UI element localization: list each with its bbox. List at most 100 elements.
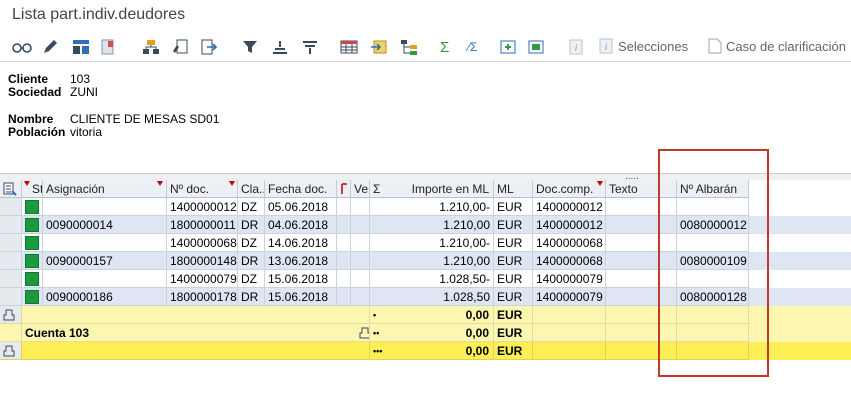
col-header-asignacion[interactable]: Asignación	[43, 180, 167, 198]
caso-clarificacion-button[interactable]: Caso de clarificación	[708, 38, 846, 54]
row-selector[interactable]	[0, 288, 22, 306]
fecha-cell: 13.06.2018	[265, 252, 337, 270]
subtotal-icon[interactable]: ⁄Σ	[468, 37, 477, 57]
ndoc-cell: 1400000012	[167, 198, 238, 216]
status-green-icon	[25, 290, 39, 304]
fecha-cell: 14.06.2018	[265, 234, 337, 252]
asignacion-cell: 0090000014	[43, 216, 167, 234]
clase-cell: DR	[238, 252, 265, 270]
row-selector[interactable]	[0, 306, 22, 324]
table-icon[interactable]	[340, 37, 358, 57]
doccomp-cell: 1400000068	[533, 234, 606, 252]
importe-cell: 1.210,00	[370, 216, 494, 234]
layout-icon[interactable]	[72, 37, 90, 57]
empty-cell	[533, 306, 606, 324]
clase-cell: DZ	[238, 234, 265, 252]
col-header-ndoc[interactable]: Nº doc.	[167, 180, 238, 198]
subtotal-importe: • 0,00	[370, 306, 494, 324]
status-cell	[22, 234, 43, 252]
document-red-icon[interactable]	[100, 37, 116, 57]
cliente-value: 103	[70, 72, 91, 86]
export-icon[interactable]	[370, 37, 388, 57]
ve-cell	[351, 234, 370, 252]
status-green-icon	[25, 218, 39, 232]
clase-cell: DR	[238, 216, 265, 234]
remove-column-icon[interactable]	[528, 37, 544, 57]
subtotal-icon-cell	[337, 324, 370, 342]
importe-cell: 1.210,00-	[370, 198, 494, 216]
row-selector[interactable]	[0, 198, 22, 216]
info-icon[interactable]: i	[568, 37, 584, 57]
cliente-label: Cliente	[8, 72, 49, 86]
row-selector[interactable]	[0, 270, 22, 288]
doccomp-cell: 1400000012	[533, 216, 606, 234]
sort-ascending-icon[interactable]	[272, 37, 288, 57]
col-header-importe[interactable]: Σ Importe en ML	[370, 180, 494, 198]
importe-cell: 1.210,00	[370, 252, 494, 270]
clase-cell: DZ	[238, 270, 265, 288]
select-all-icon[interactable]	[0, 180, 22, 198]
status-cell	[22, 198, 43, 216]
status-cell	[22, 270, 43, 288]
selecciones-button[interactable]: i Selecciones	[598, 38, 688, 54]
ml-cell: EUR	[494, 252, 533, 270]
col-header-ml[interactable]: ML	[494, 180, 533, 198]
doccomp-cell: 1400000012	[533, 198, 606, 216]
status-cell	[22, 216, 43, 234]
sort-indicator-icon	[597, 181, 603, 186]
sort-descending-icon[interactable]	[302, 37, 318, 57]
total-level-marker: •	[373, 310, 377, 320]
sort-indicator-icon	[229, 181, 235, 186]
total-ml: EUR	[494, 342, 533, 360]
asignacion-cell: 0090000186	[43, 288, 167, 306]
ve-cell	[351, 198, 370, 216]
ml-cell: EUR	[494, 216, 533, 234]
col-header-flag[interactable]	[337, 180, 351, 198]
subtotal-icon	[3, 309, 15, 321]
row-selector[interactable]	[0, 216, 22, 234]
nombre-value: CLIENTE DE MESAS SD01	[70, 112, 220, 126]
col-header-clase[interactable]: Cla...	[238, 180, 265, 198]
ml-cell: EUR	[494, 234, 533, 252]
row-selector[interactable]	[0, 234, 22, 252]
sort-indicator-icon	[157, 181, 163, 186]
status-cell	[22, 288, 43, 306]
window-title: Lista part.indiv.deudores	[12, 6, 186, 23]
asignacion-cell	[43, 234, 167, 252]
ve-cell	[351, 252, 370, 270]
selecciones-label: Selecciones	[618, 38, 689, 54]
document-arrow-icon[interactable]	[200, 37, 218, 57]
filter-icon[interactable]	[242, 37, 258, 57]
add-column-icon[interactable]	[500, 37, 516, 57]
asignacion-cell	[43, 198, 167, 216]
pencil-icon[interactable]	[42, 37, 58, 57]
doccomp-cell: 1400000079	[533, 288, 606, 306]
col-header-ve[interactable]: Ve	[351, 180, 370, 198]
ndoc-cell: 1800000148	[167, 252, 238, 270]
sociedad-value: ZUNI	[70, 85, 98, 99]
hierarchy-icon[interactable]	[142, 37, 160, 57]
fecha-cell: 15.06.2018	[265, 288, 337, 306]
asignacion-cell	[43, 270, 167, 288]
empty-cell	[533, 324, 606, 342]
tree-icon[interactable]	[400, 37, 418, 57]
row-selector[interactable]	[0, 342, 22, 360]
ve-cell	[351, 288, 370, 306]
glasses-icon[interactable]	[12, 37, 32, 57]
fecha-cell: 15.06.2018	[265, 270, 337, 288]
importe-cell: 1.028,50-	[370, 270, 494, 288]
sum-icon[interactable]: Σ	[440, 37, 449, 57]
flag-cell	[337, 270, 351, 288]
flag-cell	[337, 288, 351, 306]
row-selector[interactable]	[0, 252, 22, 270]
col-header-status[interactable]: St	[22, 180, 43, 198]
col-header-doccomp[interactable]: Doc.comp.	[533, 180, 606, 198]
importe-cell: 1.210,00-	[370, 234, 494, 252]
fecha-cell: 04.06.2018	[265, 216, 337, 234]
caso-clarificacion-label: Caso de clarificación	[726, 38, 846, 54]
svg-text:i: i	[575, 43, 578, 54]
clase-cell: DZ	[238, 198, 265, 216]
document-edit-icon[interactable]	[172, 37, 188, 57]
col-header-fecha[interactable]: Fecha doc.	[265, 180, 337, 198]
total-importe: ••• 0,00	[370, 342, 494, 360]
